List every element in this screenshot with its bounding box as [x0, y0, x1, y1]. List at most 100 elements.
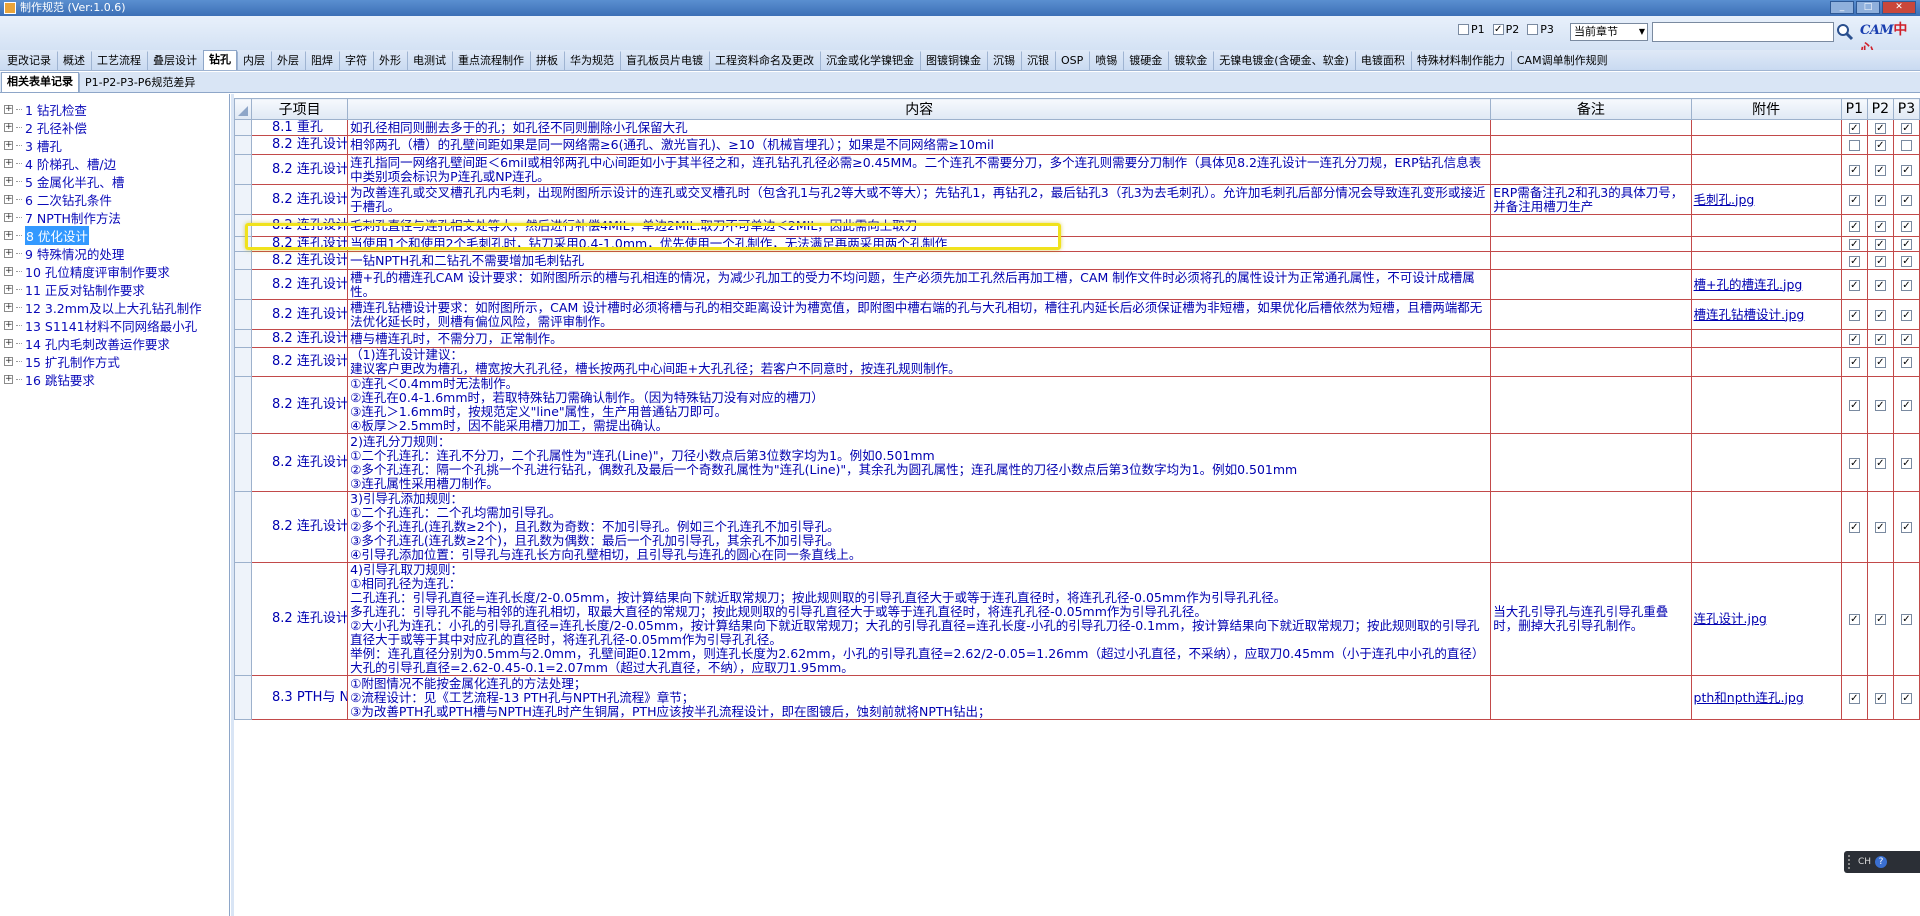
expand-icon[interactable]: +: [4, 374, 13, 384]
tab-chapter[interactable]: 外形: [373, 51, 407, 70]
tab-chapter[interactable]: 无镍电镀金(含硬金、软金): [1213, 51, 1355, 70]
cell-attachment-link[interactable]: [1690, 433, 1842, 492]
p1-checkbox[interactable]: ✓: [1848, 614, 1860, 625]
filter-p1[interactable]: P1: [1458, 23, 1485, 36]
cell-attachment-link[interactable]: [1690, 214, 1842, 237]
p1-checkbox[interactable]: ✓: [1848, 164, 1860, 176]
header-attach[interactable]: 附件: [1690, 98, 1842, 120]
tab-subpage[interactable]: 相关表单记录: [1, 72, 79, 92]
cell-attachment-link[interactable]: [1690, 251, 1842, 270]
p2-checkbox[interactable]: ✓: [1874, 333, 1886, 345]
tab-chapter[interactable]: 概述: [57, 51, 91, 70]
p2-checkbox[interactable]: ✓: [1874, 309, 1886, 321]
row-header[interactable]: [233, 347, 253, 377]
row-header[interactable]: [233, 329, 253, 348]
tab-chapter[interactable]: 字符: [339, 51, 373, 70]
p3-checkbox[interactable]: ✓: [1900, 357, 1912, 368]
p1-checkbox[interactable]: ✓: [1848, 309, 1860, 321]
tab-chapter[interactable]: 特殊材料制作能力: [1410, 51, 1511, 70]
p3-checkbox[interactable]: ✓: [1900, 333, 1912, 345]
p3-checkbox[interactable]: ✓: [1900, 279, 1912, 291]
p1-checkbox[interactable]: ✓: [1848, 239, 1860, 250]
row-header[interactable]: [233, 251, 253, 270]
header-p2[interactable]: P2: [1866, 98, 1894, 120]
p2-checkbox[interactable]: ✓: [1874, 140, 1886, 151]
cell-attachment-link[interactable]: 槽连孔钻槽设计.jpg: [1690, 299, 1842, 330]
tree-item[interactable]: +4 阶梯孔、槽/边: [0, 154, 229, 172]
tab-chapter[interactable]: 沉锡: [987, 51, 1021, 70]
p2-checkbox[interactable]: ✓: [1874, 122, 1886, 134]
cell-attachment-link[interactable]: [1690, 329, 1842, 348]
cell-attachment-link[interactable]: [1690, 236, 1842, 252]
tree-item[interactable]: +9 特殊情况的处理: [0, 244, 229, 262]
cell-attachment-link[interactable]: 毛刺孔.jpg: [1690, 184, 1842, 215]
p3-checkbox[interactable]: ✓: [1900, 400, 1912, 411]
tree-item[interactable]: +16 跳钻要求: [0, 370, 229, 388]
tab-chapter[interactable]: 镀硬金: [1123, 51, 1168, 70]
cell-attachment-link[interactable]: [1690, 154, 1842, 185]
expand-icon[interactable]: +: [4, 158, 13, 168]
p1-checkbox[interactable]: [1848, 140, 1860, 151]
p1-checkbox[interactable]: ✓: [1848, 457, 1860, 469]
row-header[interactable]: [233, 269, 253, 300]
tab-chapter[interactable]: 喷锡: [1089, 51, 1123, 70]
cell-attachment-link[interactable]: [1690, 119, 1842, 136]
tab-chapter[interactable]: OSP: [1055, 51, 1089, 70]
p3-checkbox[interactable]: ✓: [1900, 194, 1912, 206]
tab-chapter[interactable]: CAM调单制作规则: [1510, 51, 1614, 70]
tab-chapter[interactable]: 工艺流程: [91, 51, 147, 70]
filter-checkbox[interactable]: [1527, 24, 1539, 35]
p3-checkbox[interactable]: ✓: [1900, 614, 1912, 625]
p3-checkbox[interactable]: ✓: [1900, 457, 1912, 469]
row-header[interactable]: [233, 562, 253, 676]
tab-chapter[interactable]: 电测试: [407, 51, 452, 70]
tree-item[interactable]: +8 优化设计: [0, 225, 229, 245]
p2-checkbox[interactable]: ✓: [1874, 255, 1886, 267]
p1-checkbox[interactable]: ✓: [1848, 692, 1860, 704]
p3-checkbox[interactable]: [1900, 140, 1912, 151]
expand-icon[interactable]: +: [4, 266, 13, 276]
p2-checkbox[interactable]: ✓: [1874, 692, 1886, 704]
cell-attachment-link[interactable]: [1690, 135, 1842, 155]
p3-checkbox[interactable]: ✓: [1900, 522, 1912, 533]
p1-checkbox[interactable]: ✓: [1848, 357, 1860, 368]
tab-chapter[interactable]: 镀软金: [1168, 51, 1213, 70]
expand-icon[interactable]: +: [4, 104, 13, 114]
cell-attachment-link[interactable]: [1690, 347, 1842, 377]
tab-chapter[interactable]: 工程资料命名及更改: [709, 51, 820, 70]
tab-chapter[interactable]: 外层: [271, 51, 305, 70]
expand-icon[interactable]: +: [4, 356, 13, 366]
expand-icon[interactable]: +: [4, 248, 13, 258]
row-header[interactable]: [233, 675, 253, 720]
tree-item[interactable]: +5 金属化半孔、槽: [0, 172, 229, 190]
tree-item[interactable]: +3 槽孔: [0, 136, 229, 154]
expand-icon[interactable]: +: [4, 140, 13, 150]
p2-checkbox[interactable]: ✓: [1874, 614, 1886, 625]
p3-checkbox[interactable]: ✓: [1900, 692, 1912, 704]
p3-checkbox[interactable]: ✓: [1900, 309, 1912, 321]
tree-item[interactable]: +6 二次钻孔条件: [0, 190, 229, 208]
expand-icon[interactable]: +: [4, 284, 13, 294]
header-sub[interactable]: 子项目: [251, 98, 349, 120]
maximize-button[interactable]: □: [1856, 1, 1880, 14]
expand-icon[interactable]: +: [4, 302, 13, 312]
expand-icon[interactable]: +: [4, 176, 13, 186]
p2-checkbox[interactable]: ✓: [1874, 522, 1886, 533]
tab-chapter[interactable]: 华为规范: [564, 51, 620, 70]
tab-chapter[interactable]: 拼板: [530, 51, 564, 70]
cell-attachment-link[interactable]: [1690, 491, 1842, 563]
p1-checkbox[interactable]: ✓: [1848, 400, 1860, 411]
scope-select[interactable]: 当前章节 ▼: [1570, 23, 1648, 41]
search-input[interactable]: [1652, 22, 1834, 42]
cell-attachment-link[interactable]: 连孔设计.jpg: [1690, 562, 1842, 676]
p1-checkbox[interactable]: ✓: [1848, 220, 1860, 232]
p3-checkbox[interactable]: ✓: [1900, 239, 1912, 250]
expand-icon[interactable]: +: [4, 320, 13, 330]
tab-chapter[interactable]: 沉金或化学镍钯金: [820, 51, 920, 70]
header-remark[interactable]: 备注: [1490, 98, 1692, 120]
tree-item[interactable]: +14 孔内毛刺改善运作要求: [0, 334, 229, 352]
search-button[interactable]: [1834, 20, 1856, 44]
help-icon[interactable]: ?: [1875, 856, 1888, 868]
p2-checkbox[interactable]: ✓: [1874, 220, 1886, 232]
tree-item[interactable]: +7 NPTH制作方法: [0, 208, 229, 226]
